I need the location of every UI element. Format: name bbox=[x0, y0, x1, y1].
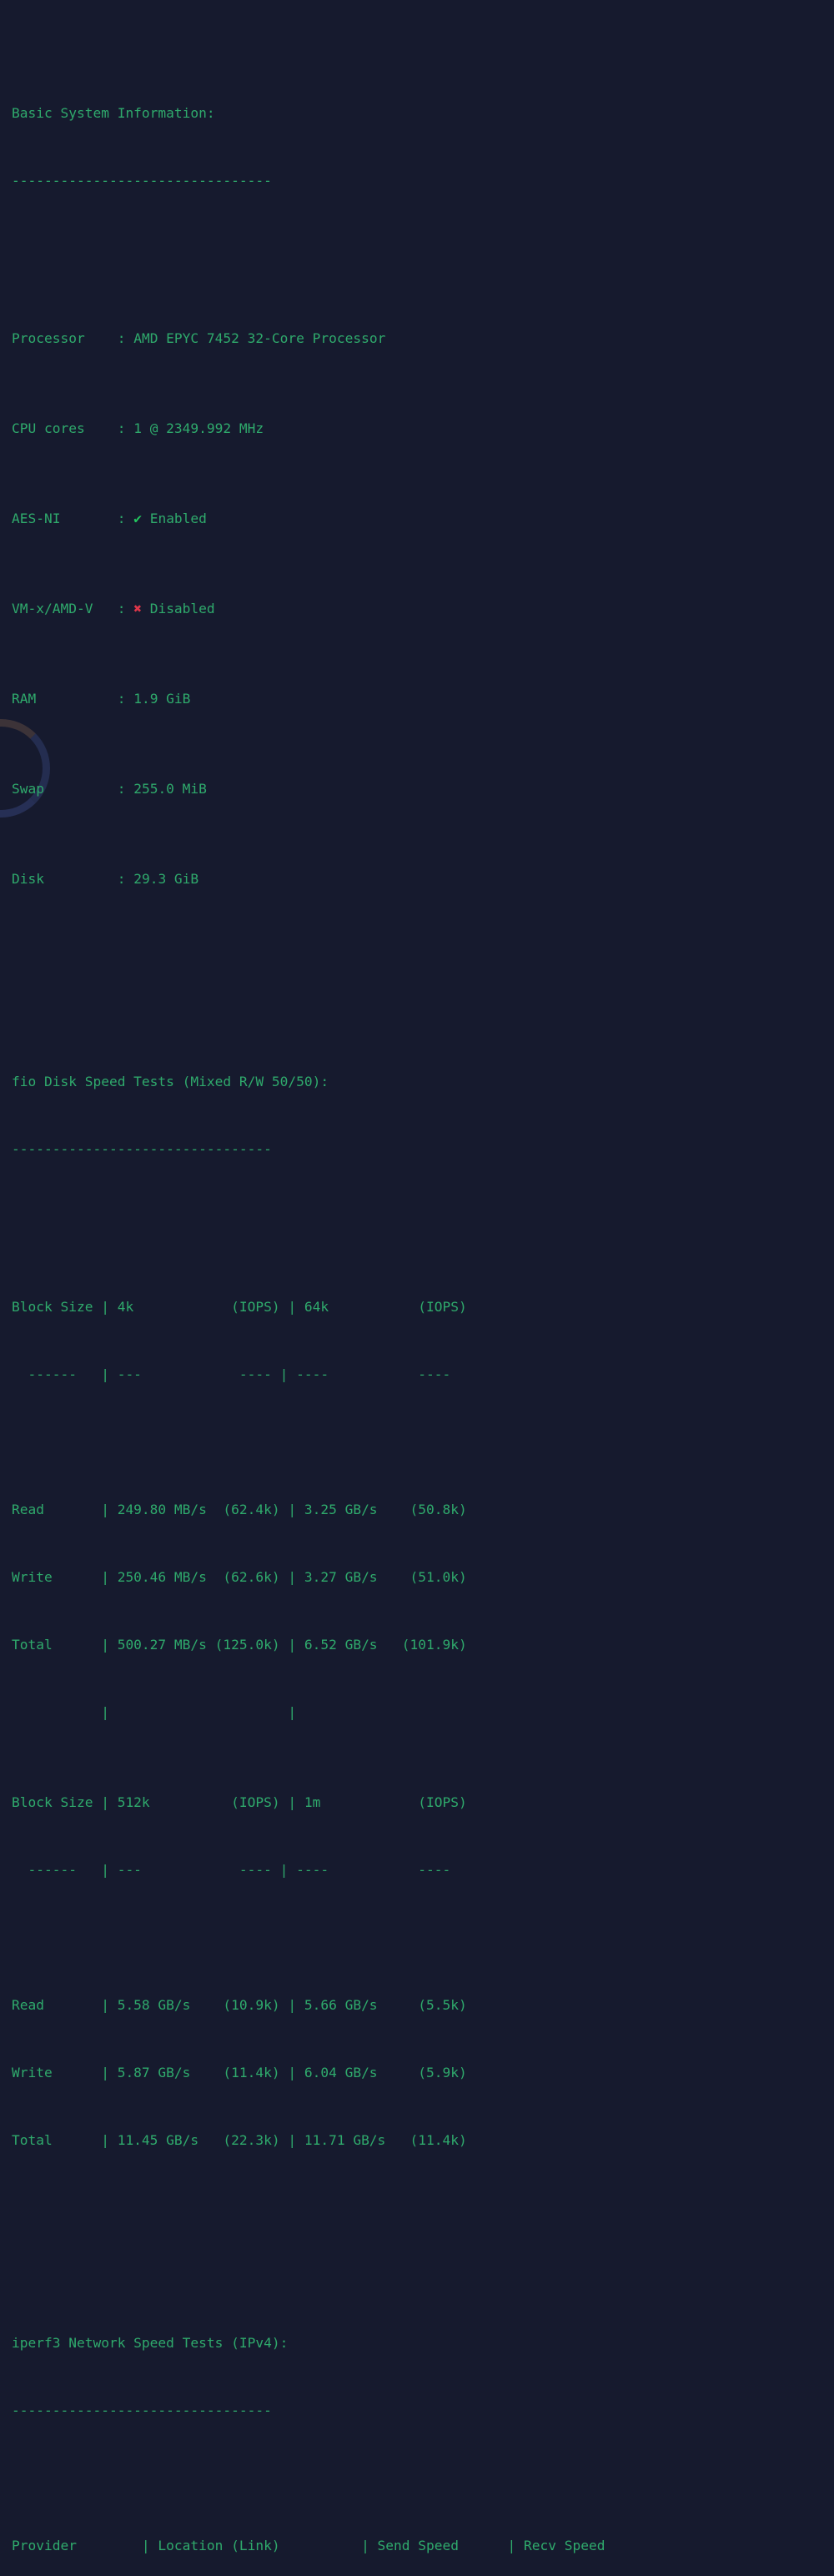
fio-table-one-row-total: Total | 500.27 MB/s (125.0k) | 6.52 GB/s… bbox=[12, 1637, 467, 1653]
system-info-heading: Basic System Information: bbox=[12, 105, 215, 121]
row-aes-ni-sep: : bbox=[117, 511, 134, 526]
iperf-ipv4-rule: -------------------------------- bbox=[12, 2402, 272, 2418]
check-icon: ✔ bbox=[133, 511, 142, 526]
row-ram: RAM : 1.9 GiB bbox=[12, 687, 834, 710]
row-aes-ni-value: Enabled bbox=[141, 511, 207, 526]
fio-table-one-header: Block Size | 4k (IOPS) | 64k (IOPS) bbox=[12, 1299, 467, 1315]
fio-table-two-row-read: Read | 5.58 GB/s (10.9k) | 5.66 GB/s (5.… bbox=[12, 1997, 467, 2013]
row-processor-label: Processor bbox=[12, 330, 118, 346]
row-aes-ni-label: AES-NI bbox=[12, 511, 118, 526]
fio-table-one-row-write: Write | 250.46 MB/s (62.6k) | 3.27 GB/s … bbox=[12, 1569, 467, 1585]
fio-heading: fio Disk Speed Tests (Mixed R/W 50/50): bbox=[12, 1074, 329, 1089]
fio-table-two-row-total: Total | 11.45 GB/s (22.3k) | 11.71 GB/s … bbox=[12, 2132, 467, 2148]
row-ram-sep: : bbox=[117, 691, 134, 707]
fio-rule: -------------------------------- bbox=[12, 1141, 272, 1157]
terminal-output[interactable]: Basic System Information: --------------… bbox=[0, 0, 834, 2576]
fio-table-two-header: Block Size | 512k (IOPS) | 1m (IOPS) bbox=[12, 1794, 467, 1810]
iperf-ipv4-heading: iperf3 Network Speed Tests (IPv4): bbox=[12, 2335, 289, 2351]
row-swap: Swap : 255.0 MiB bbox=[12, 777, 834, 800]
row-cpu-cores-sep: : bbox=[117, 420, 134, 436]
row-cpu-cores-label: CPU cores bbox=[12, 420, 118, 436]
row-swap-value: 255.0 MiB bbox=[133, 781, 207, 797]
row-processor: Processor : AMD EPYC 7452 32-Core Proces… bbox=[12, 327, 834, 350]
row-vmx-amdv: VM-x/AMD-V : ✖ Disabled bbox=[12, 597, 834, 620]
fio-table-two-dashes: ------ | --- ---- | ---- ---- bbox=[12, 1862, 451, 1878]
fio-table-one-spacer: | | bbox=[12, 1704, 297, 1720]
row-swap-label: Swap bbox=[12, 781, 118, 797]
row-vmx-amdv-sep: : bbox=[117, 601, 134, 616]
row-cpu-cores: CPU cores : 1 @ 2349.992 MHz bbox=[12, 417, 834, 440]
row-disk-value: 29.3 GiB bbox=[133, 871, 199, 887]
iperf-ipv4-header: Provider | Location (Link) | Send Speed … bbox=[12, 2538, 605, 2553]
cross-icon: ✖ bbox=[133, 601, 142, 616]
row-vmx-amdv-label: VM-x/AMD-V bbox=[12, 601, 118, 616]
row-swap-sep: : bbox=[117, 781, 134, 797]
row-disk-sep: : bbox=[117, 871, 134, 887]
row-ram-label: RAM bbox=[12, 691, 118, 707]
row-vmx-amdv-value: Disabled bbox=[141, 601, 215, 616]
row-disk-label: Disk bbox=[12, 871, 118, 887]
row-disk: Disk : 29.3 GiB bbox=[12, 868, 834, 890]
fio-table-one-row-read: Read | 249.80 MB/s (62.4k) | 3.25 GB/s (… bbox=[12, 1502, 467, 1517]
row-processor-value: AMD EPYC 7452 32-Core Processor bbox=[133, 330, 386, 346]
row-processor-sep: : bbox=[117, 330, 134, 346]
row-cpu-cores-value: 1 @ 2349.992 MHz bbox=[133, 420, 264, 436]
fio-table-one-dashes: ------ | --- ---- | ---- ---- bbox=[12, 1366, 451, 1382]
system-info-rule: -------------------------------- bbox=[12, 173, 272, 189]
row-aes-ni: AES-NI : ✔ Enabled bbox=[12, 507, 834, 530]
row-ram-value: 1.9 GiB bbox=[133, 691, 191, 707]
fio-table-two-row-write: Write | 5.87 GB/s (11.4k) | 6.04 GB/s (5… bbox=[12, 2065, 467, 2080]
